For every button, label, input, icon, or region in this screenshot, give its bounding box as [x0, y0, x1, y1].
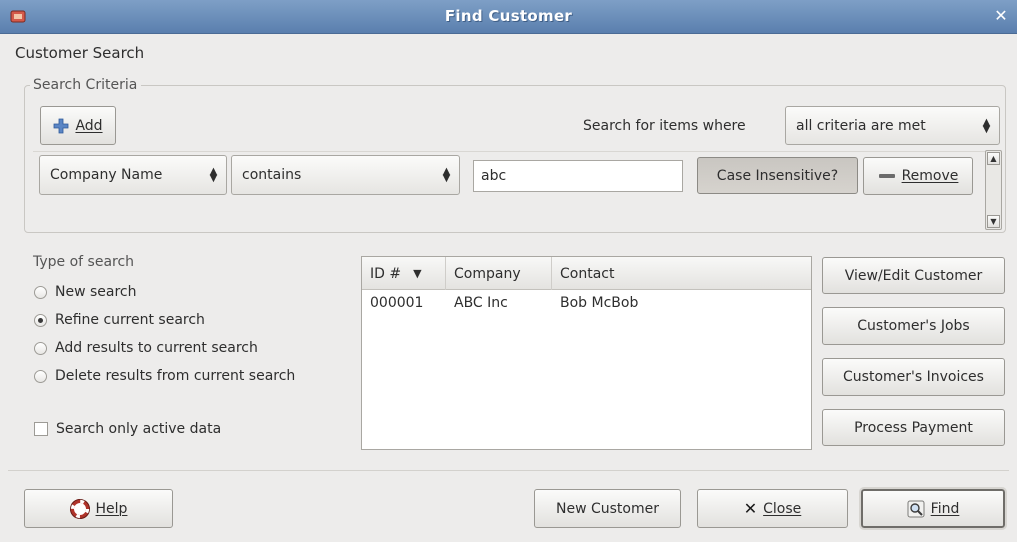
process-payment-label: Process Payment	[854, 419, 973, 436]
close-button[interactable]: ✕ Close	[697, 489, 848, 528]
sort-chevron-down-icon: ▼	[413, 267, 422, 280]
column-id-label: ID #	[370, 265, 402, 282]
close-label: Close	[763, 500, 802, 517]
find-label: Find	[930, 500, 960, 517]
view-edit-label: View/Edit Customer	[844, 267, 983, 284]
case-insensitive-toggle[interactable]: Case Insensitive?	[697, 157, 858, 194]
radio-button[interactable]	[34, 341, 47, 355]
case-insensitive-label: Case Insensitive?	[716, 167, 839, 184]
active-only-checkbox-row[interactable]: Search only active data	[34, 421, 221, 437]
active-only-label: Search only active data	[56, 421, 222, 437]
active-only-checkbox[interactable]	[34, 422, 48, 436]
remove-criterion-button[interactable]: Remove	[863, 157, 973, 195]
type-of-search-label: Type of search	[30, 254, 139, 270]
add-icon	[54, 118, 69, 133]
scroll-up-icon[interactable]: ▲	[987, 152, 1000, 165]
radio-add-results[interactable]: Add results to current search	[34, 340, 258, 356]
field-select-value: Company Name	[50, 167, 163, 183]
search-for-label: Search for items where	[583, 118, 746, 134]
title-bar[interactable]: Find Customer ✕	[0, 0, 1017, 34]
updown-arrows-icon: ▲ ▼	[442, 166, 451, 184]
customer-jobs-button[interactable]: Customer's Jobs	[822, 307, 1005, 345]
column-contact-label: Contact	[560, 265, 615, 282]
remove-icon	[878, 174, 895, 178]
close-x-icon: ✕	[743, 499, 758, 518]
find-magnifier-icon	[907, 500, 925, 517]
radio-refine-search[interactable]: Refine current search	[34, 312, 205, 328]
window-title: Find Customer	[444, 7, 573, 25]
updown-arrows-icon: ▲ ▼	[209, 166, 218, 184]
help-button[interactable]: Help	[24, 489, 173, 528]
operator-select-value: contains	[242, 167, 302, 183]
find-button[interactable]: Find	[859, 487, 1007, 530]
criterion-value-text: abc	[481, 168, 507, 184]
results-list[interactable]: ID # ▼ Company Contact 000001 ABC Inc Bo…	[361, 256, 812, 450]
radio-button[interactable]	[34, 285, 47, 299]
add-label: Add	[75, 117, 103, 134]
new-customer-button[interactable]: New Customer	[534, 489, 681, 528]
radio-button[interactable]	[34, 313, 47, 327]
customer-invoices-button[interactable]: Customer's Invoices	[822, 358, 1005, 396]
help-lifebuoy-icon	[69, 498, 90, 519]
scroll-down-icon[interactable]: ▼	[987, 215, 1000, 228]
radio-delete-results[interactable]: Delete results from current search	[34, 368, 295, 384]
field-select[interactable]: Company Name ▲ ▼	[39, 155, 227, 195]
radio-label: New search	[55, 284, 137, 300]
match-mode-select[interactable]: all criteria are met ▲ ▼	[785, 106, 1000, 145]
customer-invoices-label: Customer's Invoices	[843, 369, 984, 385]
search-criteria-label: Search Criteria	[30, 77, 142, 93]
column-header-id[interactable]: ID # ▼	[362, 257, 446, 290]
footer-separator	[8, 470, 1009, 471]
help-label: Help	[95, 500, 128, 517]
results-header: ID # ▼ Company Contact	[362, 257, 811, 290]
criteria-scrollbar[interactable]: ▲ ▼	[985, 150, 1002, 230]
add-criterion-button[interactable]: Add	[40, 106, 116, 145]
updown-arrows-icon: ▲ ▼	[982, 116, 991, 135]
customer-jobs-label: Customer's Jobs	[857, 318, 970, 334]
find-customer-window: Find Customer ✕ Customer Search Search C…	[0, 0, 1017, 542]
new-customer-label: New Customer	[556, 500, 659, 517]
page-heading: Customer Search	[15, 44, 145, 62]
match-mode-value: all criteria are met	[796, 117, 926, 134]
view-edit-customer-button[interactable]: View/Edit Customer	[822, 257, 1005, 294]
radio-label: Add results to current search	[55, 340, 258, 356]
window-close-button[interactable]: ✕	[991, 6, 1011, 26]
row-contact: Bob McBob	[560, 295, 639, 311]
column-header-contact[interactable]: Contact	[552, 257, 811, 290]
radio-button[interactable]	[34, 369, 47, 383]
radio-label: Delete results from current search	[55, 368, 296, 384]
table-row[interactable]: 000001 ABC Inc Bob McBob	[362, 293, 811, 317]
operator-select[interactable]: contains ▲ ▼	[231, 155, 460, 195]
column-company-label: Company	[454, 265, 521, 282]
remove-label: Remove	[901, 168, 959, 184]
radio-new-search[interactable]: New search	[34, 284, 137, 300]
column-header-company[interactable]: Company	[446, 257, 552, 290]
criterion-value-input[interactable]: abc	[473, 160, 683, 192]
row-id: 000001	[370, 295, 424, 311]
row-company: ABC Inc	[454, 295, 508, 311]
radio-label: Refine current search	[55, 312, 205, 328]
process-payment-button[interactable]: Process Payment	[822, 409, 1005, 446]
